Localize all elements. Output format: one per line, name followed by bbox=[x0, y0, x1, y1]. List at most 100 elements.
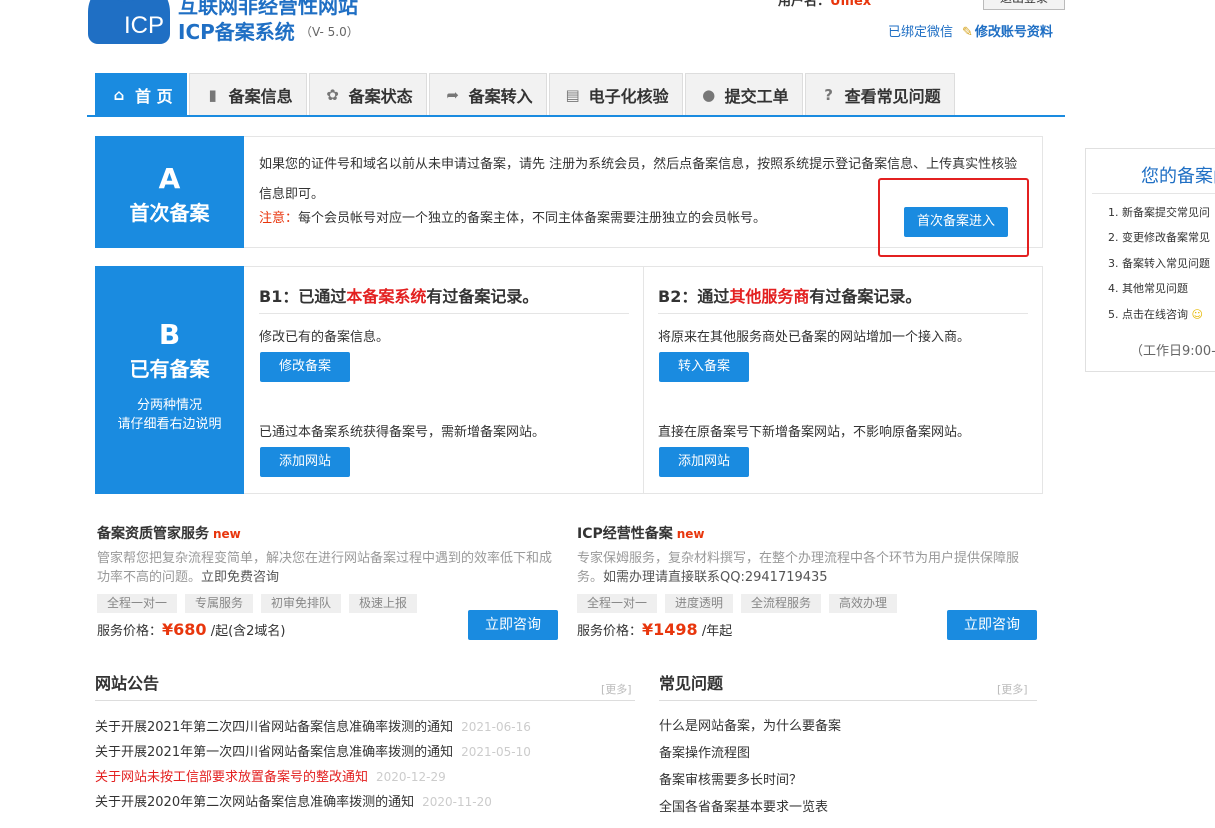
user-name: Ulliex bbox=[830, 0, 872, 9]
tab-filing-transfer[interactable]: ➦ 备案转入 bbox=[428, 73, 547, 115]
side-panel-hours: （工作日9:00- bbox=[1130, 344, 1215, 359]
clipboard-icon: ▤ bbox=[565, 85, 580, 104]
section-b-letter: B bbox=[158, 318, 181, 351]
section-b-tile: B 已有备案 分两种情况 请仔细看右边说明 bbox=[95, 266, 244, 494]
tag: 极速上报 bbox=[349, 594, 418, 613]
new-badge: new bbox=[676, 527, 705, 541]
gear-icon: ✿ bbox=[326, 85, 339, 104]
price-unit: /年起 bbox=[701, 624, 733, 639]
service-1-title: 备案资质管家服务 new bbox=[97, 523, 241, 543]
tab-home[interactable]: ⌂ 首 页 bbox=[95, 73, 187, 115]
price-label: 服务价格： bbox=[577, 624, 643, 639]
tab-filing-info[interactable]: ▮ 备案信息 bbox=[188, 73, 307, 115]
announcement-text: 关于开展2021年第一次四川省网站备案信息准确率拨测的通知 bbox=[95, 745, 454, 760]
service-2-desc-dark: 如需办理请直接联系QQ:2941719435 bbox=[603, 570, 828, 585]
announcements-rule bbox=[95, 700, 635, 701]
tab-filing-status[interactable]: ✿ 备案状态 bbox=[308, 73, 427, 115]
service-2-title: ICP经营性备案 new bbox=[577, 523, 705, 543]
side-item[interactable]: 2. 变更修改备案常见 bbox=[1108, 229, 1210, 245]
faq-title: 常见问题 bbox=[659, 674, 724, 693]
b-divider bbox=[643, 266, 644, 494]
faq-rule bbox=[659, 700, 1037, 701]
b2-desc2: 直接在原备案号下新增备案网站，不影响原备案网站。 bbox=[658, 425, 971, 440]
edit-account-label: 修改账号资料 bbox=[974, 25, 1053, 40]
side-item[interactable]: 3. 备案转入常见问题 bbox=[1108, 255, 1210, 271]
service-2-price: 服务价格：¥1498 /年起 bbox=[577, 620, 732, 639]
service-1-desc: 管家帮您把复杂流程变简单，解决您在进行网站备案过程中遇到的效率低下和成功率不高的… bbox=[97, 549, 552, 587]
first-filing-button[interactable]: 首次备案进入 bbox=[904, 207, 1008, 237]
tag: 全程一对一 bbox=[577, 594, 658, 613]
side-item[interactable]: 4. 其他常见问题 bbox=[1108, 280, 1188, 296]
tab-e-verify[interactable]: ▤ 电子化核验 bbox=[548, 73, 683, 115]
side-item[interactable]: 5. 点击在线咨询 ☺ bbox=[1108, 306, 1203, 322]
tag: 专属服务 bbox=[185, 594, 254, 613]
announcement-date: 2021-06-16 bbox=[461, 720, 531, 734]
side-help-panel: 您的备案问 1. 新备案提交常见问 2. 变更修改备案常见 3. 备案转入常见问… bbox=[1085, 148, 1215, 372]
tab-faq[interactable]: ? 查看常见问题 bbox=[804, 73, 955, 115]
side-item-label: 5. 点击在线咨询 bbox=[1108, 308, 1188, 321]
add-website-button-b2[interactable]: 添加网站 bbox=[659, 447, 749, 477]
tag: 高效办理 bbox=[829, 594, 898, 613]
tab-submit-ticket[interactable]: ● 提交工单 bbox=[684, 73, 803, 115]
logout-button[interactable]: 退出登录 bbox=[983, 0, 1065, 10]
service-1-name: 备案资质管家服务 bbox=[97, 526, 209, 542]
transfer-filing-button[interactable]: 转入备案 bbox=[659, 352, 749, 382]
section-b-sub1: 分两种情况 bbox=[136, 398, 202, 413]
announcement-item[interactable]: 关于开展2021年第二次四川省网站备案信息准确率拨测的通知 2021-06-16 bbox=[95, 715, 531, 740]
user-label: 用户名： bbox=[778, 0, 831, 9]
side-panel-rule bbox=[1092, 193, 1215, 194]
faq-item[interactable]: 备案审核需要多长时间？ bbox=[659, 767, 841, 794]
edit-account-link[interactable]: ✎ 修改账号资料 bbox=[962, 21, 1053, 40]
service-1-desc-dark: 立即免费咨询 bbox=[201, 570, 280, 585]
home-icon: ⌂ bbox=[113, 85, 125, 104]
announcement-item[interactable]: 关于开展2020年第二次网站备案信息准确率拨测的通知 2020-11-20 bbox=[95, 790, 531, 815]
announcement-date: 2020-11-20 bbox=[422, 795, 492, 809]
tag: 全程一对一 bbox=[97, 594, 178, 613]
faq-more-link[interactable]: [更多] bbox=[997, 681, 1028, 697]
note-text: 每个会员帐号对应一个独立的备案主体，不同主体备案需要注册独立的会员帐号。 bbox=[298, 211, 767, 226]
share-arrow-icon: ➦ bbox=[446, 85, 459, 104]
modify-filing-button[interactable]: 修改备案 bbox=[260, 352, 350, 382]
announcement-item[interactable]: 关于开展2021年第一次四川省网站备案信息准确率拨测的通知 2021-05-10 bbox=[95, 740, 531, 765]
announcement-date: 2021-05-10 bbox=[461, 745, 531, 759]
announcement-text: 关于开展2020年第二次网站备案信息准确率拨测的通知 bbox=[95, 795, 415, 810]
announcement-date: 2020-12-29 bbox=[376, 770, 446, 784]
consult-button-2[interactable]: 立即咨询 bbox=[947, 610, 1037, 640]
tab-label: 提交工单 bbox=[724, 86, 789, 106]
faq-item[interactable]: 全国各省备案基本要求一览表 bbox=[659, 794, 841, 821]
question-icon: ? bbox=[824, 85, 833, 104]
wechat-bound-link[interactable]: 已绑定微信 bbox=[888, 21, 953, 40]
announcements-more-link[interactable]: [更多] bbox=[601, 681, 632, 697]
announcement-text: 关于网站未按工信部要求放置备案号的整改通知 bbox=[95, 770, 369, 785]
section-b-title: 已有备案 bbox=[129, 357, 210, 381]
service-1-price: 服务价格：¥680 /起(含2域名) bbox=[97, 620, 285, 639]
add-website-button-b1[interactable]: 添加网站 bbox=[260, 447, 350, 477]
main-nav: ⌂ 首 页 ▮ 备案信息 ✿ 备案状态 ➦ 备案转入 ▤ 电子化核验 ● 提交工单 ? 查看常… bbox=[95, 73, 957, 115]
service-1-tags: 全程一对一 专属服务 初审免排队 极速上报 bbox=[97, 594, 425, 613]
b1-title-post: 有过备案记录。 bbox=[426, 287, 539, 306]
tag: 全流程服务 bbox=[741, 594, 822, 613]
section-a-tile: A 首次备案 bbox=[95, 136, 244, 248]
service-2-desc: 专家保姆服务，复杂材料撰写，在整个办理流程中各个环节为用户提供保障服务。如需办理… bbox=[577, 549, 1037, 587]
site-title-line2: ICP备案系统 bbox=[178, 20, 295, 44]
note-label: 注意： bbox=[259, 211, 299, 226]
tag: 进度透明 bbox=[665, 594, 734, 613]
side-item[interactable]: 1. 新备案提交常见问 bbox=[1108, 204, 1210, 220]
faq-item[interactable]: 什么是网站备案，为什么要备案 bbox=[659, 713, 841, 740]
faq-item[interactable]: 备案操作流程图 bbox=[659, 740, 841, 767]
b2-title-pre: B2：通过 bbox=[658, 287, 730, 306]
b2-desc1: 将原来在其他服务商处已备案的网站增加一个接入商。 bbox=[658, 330, 971, 345]
b1-title: B1：已通过本备案系统有过备案记录。 bbox=[259, 283, 538, 307]
announcement-item[interactable]: 关于网站未按工信部要求放置备案号的整改通知 2020-12-29 bbox=[95, 765, 531, 790]
pencil-icon: ✎ bbox=[962, 25, 973, 40]
consult-button-1[interactable]: 立即咨询 bbox=[468, 610, 558, 640]
b1-desc2: 已通过本备案系统获得备案号，需新增备案网站。 bbox=[259, 425, 546, 440]
price-label: 服务价格： bbox=[97, 624, 163, 639]
section-a-title: 首次备案 bbox=[129, 201, 210, 225]
service-2-name: ICP经营性备案 bbox=[577, 526, 673, 542]
price-amount: ¥680 bbox=[162, 620, 207, 639]
user-info: 用户名：Ulliex bbox=[778, 0, 871, 9]
site-version: （V- 5.0） bbox=[300, 25, 359, 39]
announcements-list: 关于开展2021年第二次四川省网站备案信息准确率拨测的通知 2021-06-16 … bbox=[95, 715, 531, 815]
logo-text: ICP bbox=[124, 12, 165, 39]
